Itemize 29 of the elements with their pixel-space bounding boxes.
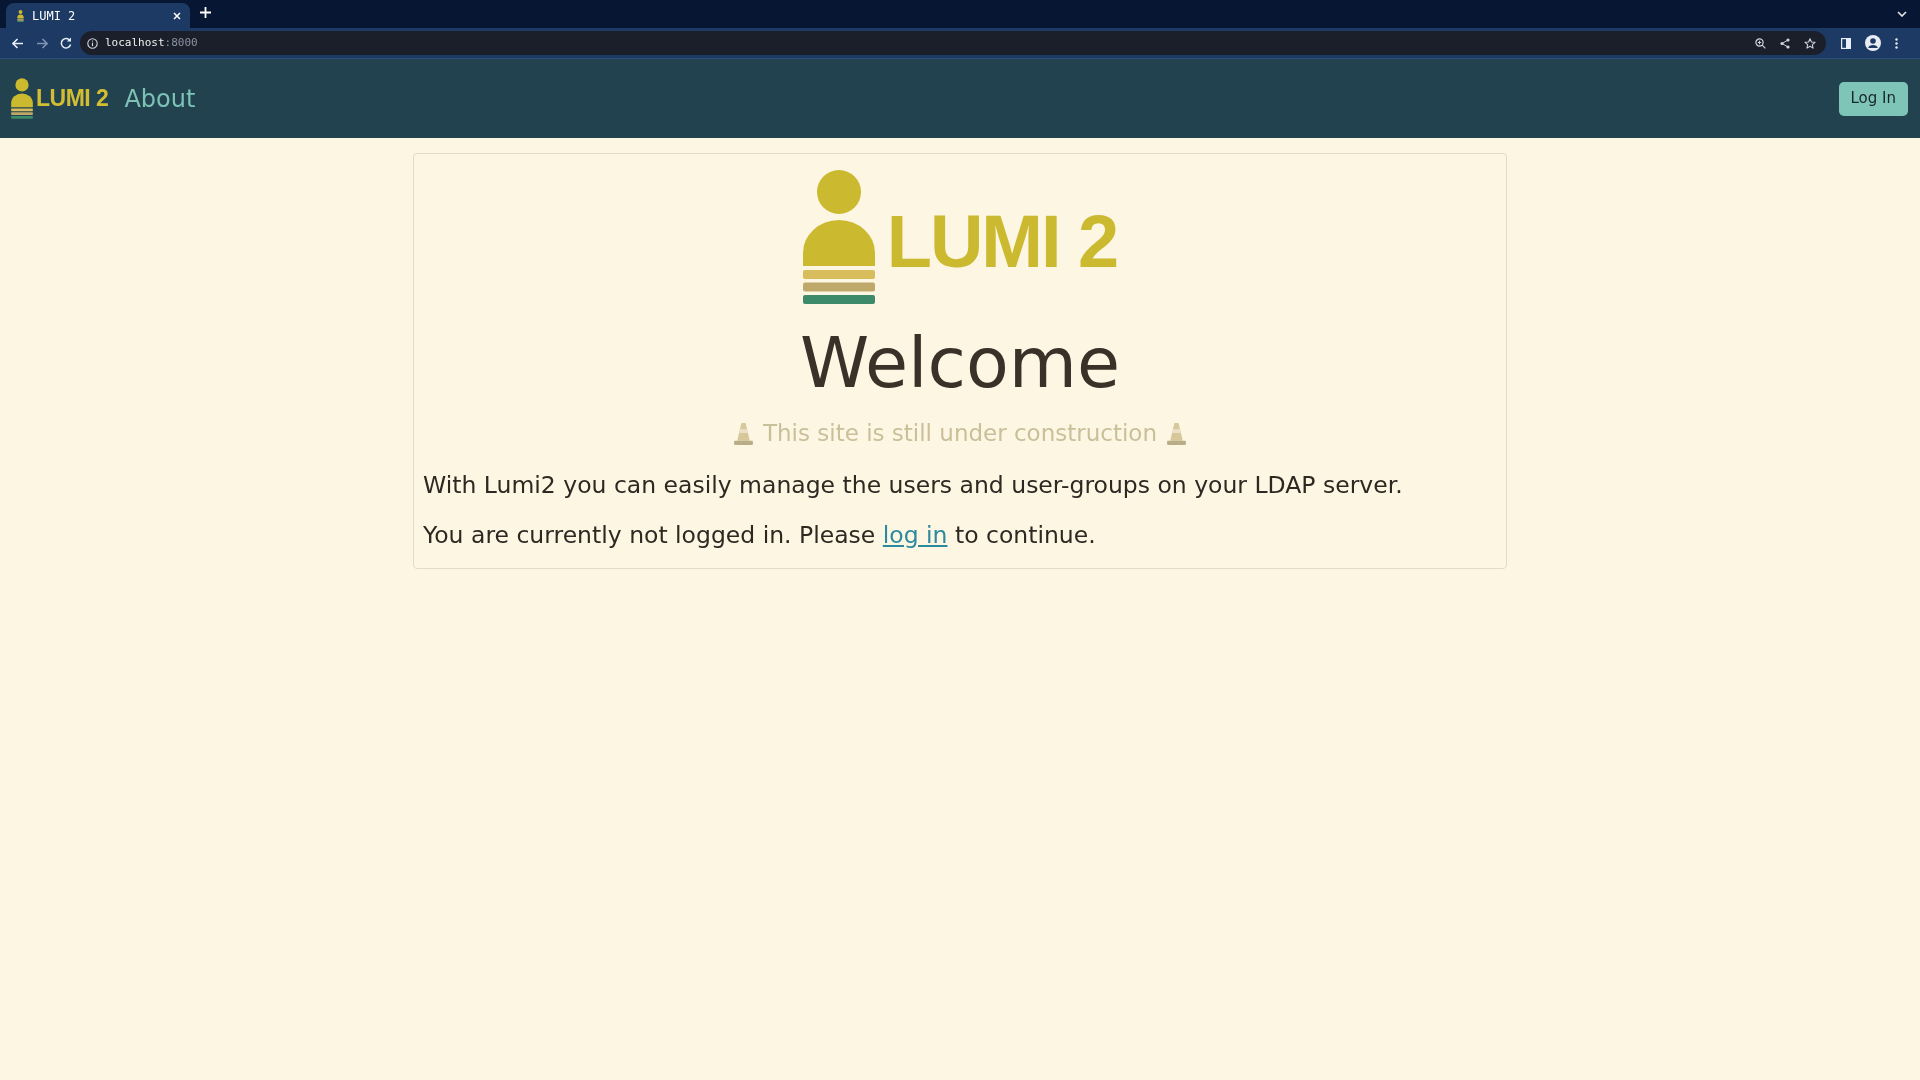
- back-arrow-icon[interactable]: [12, 37, 24, 49]
- info-icon[interactable]: [87, 37, 98, 49]
- construction-notice: This site is still under construction: [762, 419, 1157, 448]
- person-favicon-icon: [17, 9, 24, 22]
- login-button[interactable]: Log In: [1838, 81, 1908, 116]
- close-icon[interactable]: [173, 11, 181, 20]
- side-panel-icon[interactable]: [1841, 37, 1851, 49]
- forward-arrow-icon[interactable]: [36, 37, 48, 49]
- chevron-down-icon[interactable]: [1897, 11, 1907, 17]
- star-icon[interactable]: [1804, 37, 1816, 49]
- address-field[interactable]: localhost:8000: [80, 31, 1826, 55]
- person-logo-icon: [802, 169, 875, 305]
- new-tab-icon[interactable]: [200, 7, 211, 18]
- person-logo-icon: [11, 78, 33, 119]
- traffic-cone-icon: [733, 421, 753, 445]
- login-link[interactable]: log in: [882, 521, 948, 549]
- share-icon[interactable]: [1780, 37, 1790, 49]
- brand-link[interactable]: LUMI 2: [11, 78, 109, 119]
- welcome-heading: Welcome: [799, 321, 1121, 405]
- reload-icon[interactable]: [60, 37, 72, 49]
- more-menu-icon[interactable]: [1895, 37, 1898, 49]
- browser-tab[interactable]: LUMI 2: [6, 3, 190, 28]
- zoom-icon[interactable]: [1755, 37, 1766, 49]
- intro-text: With Lumi2 you can easily manage the users and user-groups on your LDAP server.: [423, 470, 1404, 501]
- login-prompt-text: You are currently not logged in. Please log in to continue.: [423, 520, 1097, 551]
- traffic-cone-icon: [1167, 421, 1186, 445]
- logo-text: LUMI 2: [886, 202, 1118, 282]
- about-link[interactable]: About: [124, 80, 196, 117]
- profile-avatar-icon[interactable]: [1865, 35, 1881, 51]
